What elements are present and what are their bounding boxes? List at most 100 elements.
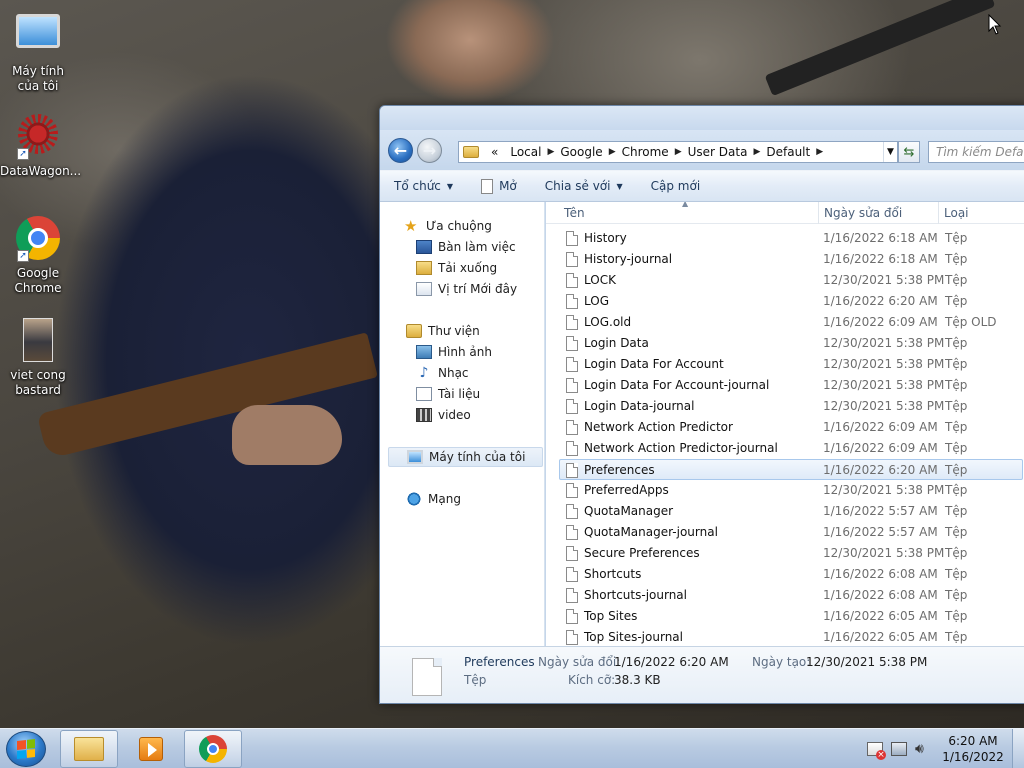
file-date-modified: 1/16/2022 6:09 AM xyxy=(823,441,938,455)
burn-button[interactable]: Cập mới xyxy=(637,171,715,201)
action-center-flag-icon[interactable] xyxy=(867,742,886,760)
breadcrumb-overflow[interactable]: « xyxy=(491,145,498,159)
file-date-modified: 1/16/2022 5:57 AM xyxy=(823,525,938,539)
file-row[interactable]: History-journal 1/16/2022 6:18 AM Tệp xyxy=(560,249,1024,270)
file-row[interactable]: LOG.old 1/16/2022 6:09 AM Tệp OLD xyxy=(560,312,1024,333)
nav-videos[interactable]: video xyxy=(416,405,471,425)
nav-documents[interactable]: Tài liệu xyxy=(416,384,480,404)
search-input[interactable]: Tìm kiếm Default xyxy=(928,141,1024,163)
address-row: ← → « Local ▶ Google ▶ Chrome ▶ User Dat… xyxy=(380,130,1024,170)
file-row[interactable]: Login Data 12/30/2021 5:38 PM Tệp xyxy=(560,333,1024,354)
wallpaper-rifle xyxy=(27,289,413,522)
nav-favorites[interactable]: ★ Ưa chuộng xyxy=(404,216,492,236)
chevron-right-icon[interactable]: ▶ xyxy=(753,147,760,157)
media-player-icon xyxy=(139,737,163,761)
file-row[interactable]: Login Data For Account 12/30/2021 5:38 PM… xyxy=(560,354,1024,375)
nav-network[interactable]: Mạng xyxy=(406,489,461,509)
file-row[interactable]: Top Sites-journal 1/16/2022 6:05 AM Tệp xyxy=(560,627,1024,646)
document-icon xyxy=(481,178,494,194)
taskbar-media-player-button[interactable] xyxy=(122,730,180,768)
desktop-icon-image[interactable]: viet cong bastard xyxy=(0,318,76,398)
taskbar-chrome-button[interactable] xyxy=(184,730,242,768)
breadcrumb-google[interactable]: Google xyxy=(560,145,602,159)
file-icon xyxy=(566,463,578,478)
chevron-right-icon[interactable]: ▶ xyxy=(547,147,554,157)
nav-desktop[interactable]: Bàn làm việc xyxy=(416,237,516,257)
file-row[interactable]: LOCK 12/30/2021 5:38 PM Tệp xyxy=(560,270,1024,291)
file-row[interactable]: Shortcuts-journal 1/16/2022 6:08 AM Tệp xyxy=(560,585,1024,606)
breadcrumb-local[interactable]: Local xyxy=(510,145,541,159)
organize-label: Tổ chức xyxy=(394,179,441,193)
file-icon xyxy=(566,336,578,351)
column-header-date[interactable]: Ngày sửa đổi xyxy=(824,206,902,220)
network-tray-icon[interactable] xyxy=(891,742,907,756)
file-row[interactable]: History 1/16/2022 6:18 AM Tệp xyxy=(560,228,1024,249)
nav-libraries[interactable]: Thư viện xyxy=(406,321,480,341)
explorer-window[interactable]: ← → « Local ▶ Google ▶ Chrome ▶ User Dat… xyxy=(379,105,1024,704)
address-bar[interactable]: « Local ▶ Google ▶ Chrome ▶ User Data ▶ … xyxy=(458,141,898,163)
file-name: QuotaManager xyxy=(584,504,674,518)
column-divider[interactable] xyxy=(938,202,939,224)
file-icon xyxy=(566,483,578,498)
file-row[interactable]: Login Data-journal 12/30/2021 5:38 PM Tệp xyxy=(560,396,1024,417)
file-row[interactable]: Secure Preferences 12/30/2021 5:38 PM Tệp xyxy=(560,543,1024,564)
desktop-icon-datawagon[interactable]: ➚ DataWagon... xyxy=(0,112,81,179)
open-label: Mở xyxy=(499,179,517,193)
details-size-label: Kích cỡ: xyxy=(568,673,616,687)
file-row[interactable]: Shortcuts 1/16/2022 6:08 AM Tệp xyxy=(560,564,1024,585)
refresh-button[interactable]: ⇆ xyxy=(898,141,920,163)
column-header-type[interactable]: Loại xyxy=(944,206,969,220)
window-titlebar[interactable] xyxy=(380,106,1024,130)
breadcrumb-user-data[interactable]: User Data xyxy=(688,145,748,159)
video-icon xyxy=(416,408,432,422)
file-type: Tệp xyxy=(945,630,968,644)
desktop-icon-chrome[interactable]: ➚ Google Chrome xyxy=(0,216,76,296)
file-row[interactable]: LOG 1/16/2022 6:20 AM Tệp xyxy=(560,291,1024,312)
file-row[interactable]: QuotaManager 1/16/2022 5:57 AM Tệp xyxy=(560,501,1024,522)
shortcut-arrow-icon: ➚ xyxy=(17,250,29,262)
breadcrumb-chrome[interactable]: Chrome xyxy=(622,145,669,159)
clock[interactable]: 6:20 AM 1/16/2022 xyxy=(938,733,1008,765)
file-row[interactable]: Top Sites 1/16/2022 6:05 AM Tệp xyxy=(560,606,1024,627)
file-row[interactable]: QuotaManager-journal 1/16/2022 5:57 AM Tệp xyxy=(560,522,1024,543)
column-divider[interactable] xyxy=(818,202,819,224)
nav-downloads[interactable]: Tải xuống xyxy=(416,258,497,278)
nav-music[interactable]: ♪ Nhạc xyxy=(416,363,469,383)
nav-recent-places[interactable]: Vị trí Mới đây xyxy=(416,279,517,299)
file-row[interactable]: PreferredApps 12/30/2021 5:38 PM Tệp xyxy=(560,480,1024,501)
breadcrumb-default[interactable]: Default xyxy=(766,145,810,159)
chevron-right-icon[interactable]: ▶ xyxy=(816,147,823,157)
open-button[interactable]: Mở xyxy=(467,171,531,201)
file-type: Tệp xyxy=(945,546,968,560)
show-desktop-button[interactable] xyxy=(1012,729,1024,768)
file-date-modified: 12/30/2021 5:38 PM xyxy=(823,273,945,287)
column-header-name[interactable]: Tên xyxy=(564,206,585,220)
file-icon xyxy=(566,294,578,309)
share-with-button[interactable]: Chia sẻ với ▼ xyxy=(531,171,637,201)
chevron-right-icon[interactable]: ▶ xyxy=(609,147,616,157)
file-row[interactable]: Preferences 1/16/2022 6:20 AM Tệp xyxy=(559,459,1023,480)
organize-button[interactable]: Tổ chức ▼ xyxy=(380,171,467,201)
desktop-icon-computer[interactable]: Máy tính của tôi xyxy=(0,10,76,94)
taskbar-explorer-button[interactable] xyxy=(60,730,118,768)
file-list-pane[interactable]: ▲ Tên Ngày sửa đổi Loại History 1/16/2022… xyxy=(546,202,1024,646)
file-date-modified: 12/30/2021 5:38 PM xyxy=(823,399,945,413)
taskbar: 🔊︎ 6:20 AM 1/16/2022 xyxy=(0,728,1024,768)
file-row[interactable]: Network Action Predictor 1/16/2022 6:09 A… xyxy=(560,417,1024,438)
file-icon xyxy=(566,504,578,519)
file-icon xyxy=(566,441,578,456)
start-button[interactable] xyxy=(6,731,46,767)
file-row[interactable]: Login Data For Account-journal 12/30/2021… xyxy=(560,375,1024,396)
file-row[interactable]: Network Action Predictor-journal 1/16/202… xyxy=(560,438,1024,459)
forward-button[interactable]: → xyxy=(417,138,442,163)
back-button[interactable]: ← xyxy=(388,138,413,163)
nav-computer[interactable]: Máy tính của tôi xyxy=(388,447,543,467)
folder-icon xyxy=(463,146,479,158)
nav-pictures[interactable]: Hình ảnh xyxy=(416,342,492,362)
image-file-icon xyxy=(15,318,61,364)
nav-label: Bàn làm việc xyxy=(438,240,516,254)
volume-icon[interactable]: 🔊︎ xyxy=(915,742,931,756)
libraries-icon xyxy=(406,324,422,338)
address-dropdown-icon[interactable]: ▼ xyxy=(883,142,897,162)
chevron-right-icon[interactable]: ▶ xyxy=(675,147,682,157)
